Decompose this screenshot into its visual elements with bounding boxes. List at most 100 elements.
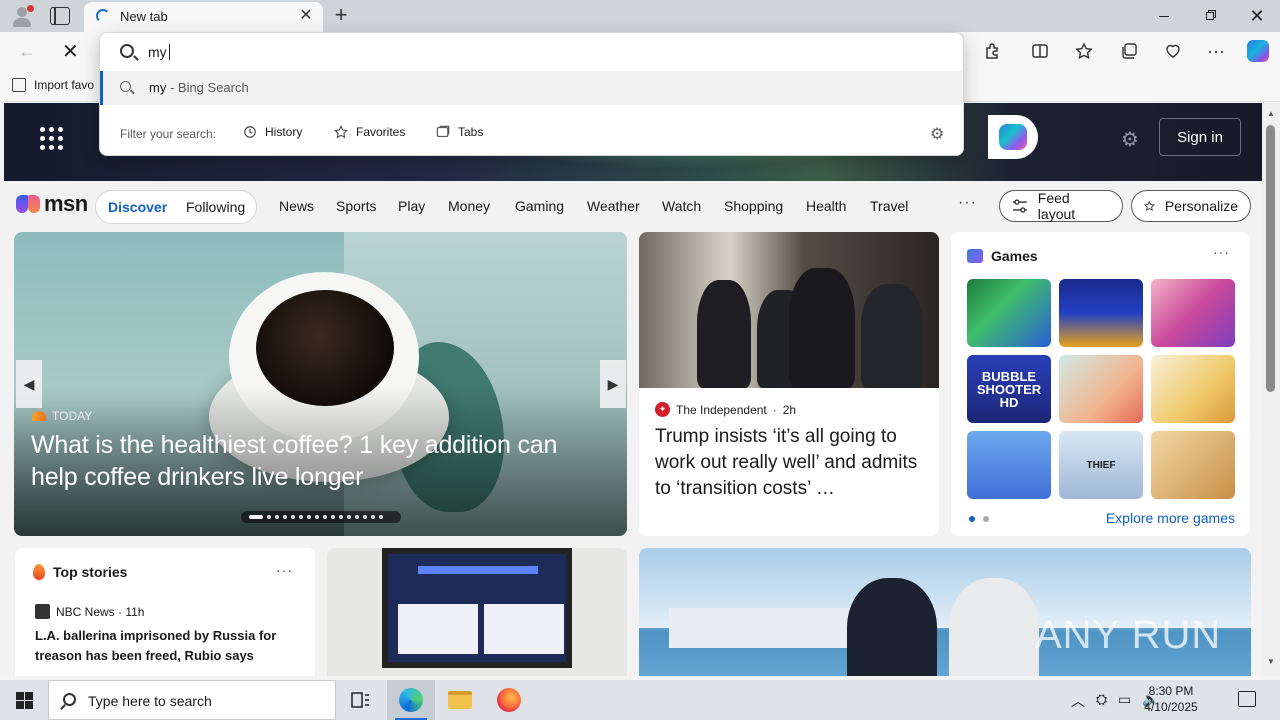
scroll-down-icon[interactable]: ▼ xyxy=(1267,657,1275,666)
taskbar-firefox-button[interactable] xyxy=(485,680,533,720)
tab-close-icon[interactable]: ✕ xyxy=(297,7,315,25)
nav-watch[interactable]: Watch xyxy=(662,198,701,214)
msn-logo[interactable]: msn xyxy=(16,191,88,217)
game-tile-thief[interactable]: THIEF xyxy=(1059,431,1143,499)
nav-health[interactable]: Health xyxy=(806,198,846,214)
news-headline[interactable]: Trump insists ‘it’s all going to work ou… xyxy=(655,424,927,502)
carousel-next-icon[interactable]: ▶ xyxy=(600,360,626,408)
explore-more-games-link[interactable]: Explore more games xyxy=(1106,510,1235,526)
page-scrollbar[interactable]: ▲ ▼ xyxy=(1262,103,1280,676)
filter-tabs[interactable]: Tabs xyxy=(436,125,483,139)
msn-nav-row: msn Discover Following News Sports Play … xyxy=(0,181,1262,231)
nav-news[interactable]: News xyxy=(279,198,314,214)
nav-gaming[interactable]: Gaming xyxy=(515,198,564,214)
page-settings-gear-icon[interactable]: ⚙ xyxy=(1121,127,1139,152)
hero-story-card[interactable]: ◀ ▶ TODAY What is the healthiest coffee?… xyxy=(14,232,627,536)
filter-favorites[interactable]: Favorites xyxy=(334,125,405,139)
extensions-icon[interactable] xyxy=(980,39,1004,63)
nav-shopping[interactable]: Shopping xyxy=(724,198,783,214)
games-header[interactable]: Games xyxy=(967,248,1038,264)
filter-history[interactable]: History xyxy=(243,125,302,139)
notification-center-icon[interactable] xyxy=(1238,691,1256,707)
browser-essentials-icon[interactable] xyxy=(1161,39,1185,63)
address-bar[interactable]: my xyxy=(100,33,963,71)
news-source: ✦ The Independent · 2h xyxy=(655,402,796,417)
news-photo xyxy=(639,232,939,388)
tabs-icon xyxy=(436,125,450,137)
tab-new-tab[interactable]: New tab ✕ xyxy=(84,2,323,32)
collections-icon[interactable] xyxy=(1117,39,1141,63)
filter-history-label: History xyxy=(265,125,303,139)
tray-network-icon[interactable]: ▭ xyxy=(1118,691,1131,708)
nav-money[interactable]: Money xyxy=(448,198,490,214)
nav-weather[interactable]: Weather xyxy=(587,198,640,214)
address-input[interactable]: my xyxy=(148,44,170,60)
suggestion-bing-search[interactable]: my - Bing Search xyxy=(100,71,963,105)
taskbar-file-explorer-button[interactable] xyxy=(436,680,484,720)
restore-button[interactable] xyxy=(1200,8,1222,24)
nav-travel[interactable]: Travel xyxy=(870,198,908,214)
hero-headline[interactable]: What is the healthiest coffee? 1 key add… xyxy=(31,429,601,493)
game-tile-blocks[interactable] xyxy=(1059,279,1143,347)
top-story-headline[interactable]: L.A. ballerina imprisoned by Russia for … xyxy=(35,626,297,666)
top-stories-more-button[interactable]: ··· xyxy=(276,562,293,578)
settings-more-icon[interactable]: ··· xyxy=(1204,39,1228,63)
copilot-logo-icon xyxy=(999,124,1027,150)
tab-discover[interactable]: Discover xyxy=(108,199,167,215)
personalize-button[interactable]: Personalize xyxy=(1131,190,1251,222)
msn-copilot-button[interactable] xyxy=(988,115,1038,159)
games-title: Games xyxy=(991,248,1038,264)
loading-spinner-icon xyxy=(96,9,110,23)
scroll-up-icon[interactable]: ▲ xyxy=(1267,109,1275,118)
stop-loading-icon[interactable]: ✕ xyxy=(62,39,79,64)
tab-actions-icon[interactable] xyxy=(50,7,70,25)
tray-chevron-up-icon[interactable]: ︿ xyxy=(1071,691,1085,711)
back-arrow-icon[interactable]: ← xyxy=(18,41,36,62)
minimize-button[interactable] xyxy=(1153,8,1175,24)
new-tab-button[interactable]: + xyxy=(331,4,351,28)
address-bar-dropdown: my my - Bing Search Filter your search: … xyxy=(99,32,964,156)
sign-in-button[interactable]: Sign in xyxy=(1159,118,1241,156)
task-view-button[interactable] xyxy=(336,680,384,720)
close-window-button[interactable]: ✕ xyxy=(1246,5,1268,27)
filter-favorites-label: Favorites xyxy=(356,125,406,139)
game-tile-jewels[interactable] xyxy=(967,279,1051,347)
games-card: Games ··· BUBBLE SHOOTER HD THIEF Explor… xyxy=(951,232,1250,536)
sliders-icon xyxy=(1012,199,1027,213)
profile-icon xyxy=(17,7,27,17)
game-tile-puzzle[interactable] xyxy=(967,431,1051,499)
taskbar-clock[interactable]: 8:30 PM 4/10/2025 xyxy=(1140,683,1202,715)
search-settings-gear-icon[interactable]: ⚙ xyxy=(930,124,944,144)
games-pager[interactable] xyxy=(969,516,989,522)
carousel-prev-icon[interactable]: ◀ xyxy=(16,360,42,408)
game-tile-hospital[interactable] xyxy=(1059,355,1143,423)
personalize-star-icon xyxy=(1144,200,1155,211)
carousel-dots[interactable] xyxy=(241,511,401,523)
tab-following[interactable]: Following xyxy=(186,199,245,215)
game-tile-bubble-shooter[interactable]: BUBBLE SHOOTER HD xyxy=(967,355,1051,423)
news-source-name: The Independent xyxy=(676,402,767,417)
profile-button[interactable] xyxy=(8,3,36,29)
taskbar-edge-button[interactable] xyxy=(387,680,435,720)
scroll-thumb[interactable] xyxy=(1266,125,1275,392)
nav-more-button[interactable]: ··· xyxy=(958,194,977,212)
import-favorites-button[interactable]: Import favo xyxy=(12,78,94,92)
game-tile-makeup[interactable] xyxy=(1151,279,1235,347)
search-icon xyxy=(120,44,134,58)
nav-play[interactable]: Play xyxy=(398,198,425,214)
taskbar-search-box[interactable]: Type here to search xyxy=(48,680,336,720)
app-launcher-icon[interactable] xyxy=(40,127,64,151)
split-screen-icon[interactable] xyxy=(1028,39,1052,63)
games-more-button[interactable]: ··· xyxy=(1213,244,1230,260)
feed-layout-button[interactable]: Feed layout xyxy=(999,190,1123,222)
copilot-icon[interactable] xyxy=(1246,39,1270,63)
top-stories-title: Top stories xyxy=(53,564,128,580)
game-tile-shiba[interactable] xyxy=(1151,355,1235,423)
nav-sports[interactable]: Sports xyxy=(336,198,376,214)
tray-network-adapter-icon[interactable]: ⛭ xyxy=(1096,691,1107,708)
laptop-story-card[interactable] xyxy=(327,548,627,676)
news-story-card[interactable]: ✦ The Independent · 2h Trump insists ‘it… xyxy=(639,232,939,536)
game-tile-wood-screw[interactable] xyxy=(1151,431,1235,499)
favorites-star-icon[interactable] xyxy=(1072,39,1096,63)
start-button[interactable] xyxy=(0,680,48,720)
